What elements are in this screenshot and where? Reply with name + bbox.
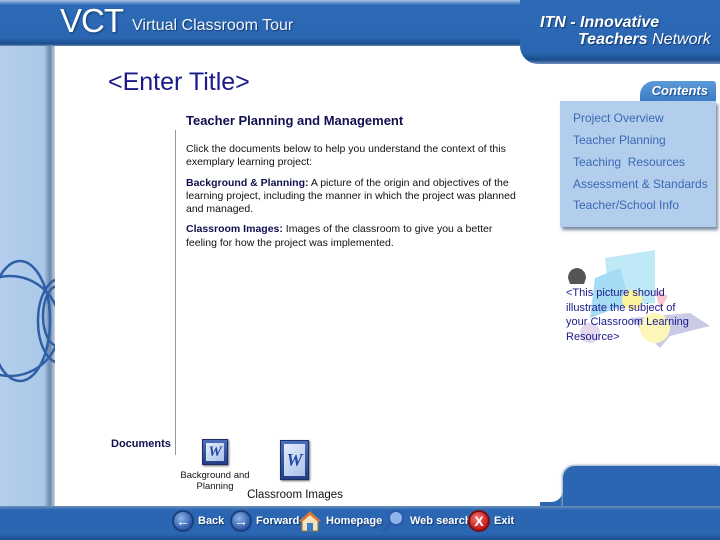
contents-heading: Contents [651, 83, 708, 98]
vct-logo: VCT [60, 2, 124, 39]
contents-tab: Contents [640, 81, 716, 101]
org-name-line2: Teachers Network [578, 31, 711, 49]
back-label: Back [198, 515, 225, 527]
word-glyph: W [206, 443, 224, 461]
left-decor-strip [0, 46, 55, 506]
item-label: Classroom Images: [186, 223, 283, 236]
web-search-label: Web search [410, 515, 472, 527]
forward-label: Forward [256, 515, 300, 527]
org-name-line1: ITN - Innovative [540, 14, 660, 31]
content-divider [175, 130, 176, 455]
word-document-icon[interactable]: W [280, 440, 309, 480]
doc-caption-background[interactable]: Background and Planning [175, 470, 255, 492]
magnifier-icon [381, 510, 404, 533]
illustration-placeholder-text: <This picture should illustrate the subj… [566, 287, 689, 343]
bottom-right-tab [563, 466, 720, 511]
item-label: Background & Planning: [186, 176, 309, 189]
contents-item-teacher-school-info[interactable]: Teacher/School Info [573, 198, 679, 212]
exit-button[interactable]: X Exit [468, 508, 514, 534]
rings-decoration-icon [0, 259, 55, 383]
page-title: <Enter Title> [108, 68, 250, 96]
content-body: Click the documents below to help you un… [186, 143, 516, 257]
forward-button[interactable]: → Forward [230, 508, 299, 534]
doc-caption-classroom-images[interactable]: Classroom Images [246, 489, 344, 501]
intro-text: Click the documents below to help you un… [186, 143, 506, 169]
item-background: Background & Planning: A picture of the … [186, 177, 516, 217]
close-icon: X [468, 510, 490, 532]
exit-label: Exit [494, 515, 515, 527]
homepage-label: Homepage [326, 515, 383, 527]
arrow-left-icon: ← [172, 510, 194, 532]
contents-item-assessment-standards[interactable]: Assessment & Standards [573, 177, 708, 191]
web-search-button[interactable]: Web search [380, 508, 472, 534]
app-title: Virtual Classroom Tour [132, 17, 294, 34]
contents-item-teaching-resources[interactable]: Teaching Resources [573, 155, 685, 169]
documents-label: Documents [111, 438, 171, 450]
contents-panel: Project Overview Teacher Planning Teachi… [560, 101, 716, 227]
arrow-right-icon: → [230, 510, 252, 532]
contents-item-teacher-planning[interactable]: Teacher Planning [573, 133, 666, 147]
word-document-icon[interactable]: W [202, 439, 228, 465]
bottom-decor-corner [527, 486, 563, 502]
contents-item-project-overview[interactable]: Project Overview [573, 111, 664, 125]
item-classroom: Classroom Images: Images of the classroo… [186, 223, 516, 250]
back-button[interactable]: ← Back [172, 508, 224, 534]
house-icon [298, 511, 322, 532]
org-name-rest: Network [647, 31, 711, 48]
homepage-button[interactable]: Homepage [298, 508, 382, 534]
org-name-bold: Teachers [578, 31, 648, 48]
section-title: Teacher Planning and Management [186, 113, 404, 128]
word-glyph: W [284, 444, 305, 476]
